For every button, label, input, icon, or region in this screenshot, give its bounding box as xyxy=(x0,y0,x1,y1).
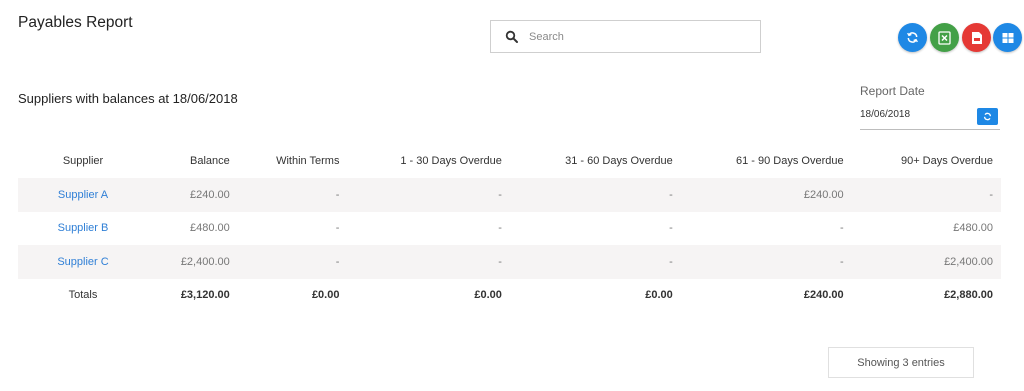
total-overdue-31-60: £0.00 xyxy=(645,289,673,302)
pdf-icon xyxy=(971,31,982,44)
balance-cell: £240.00 xyxy=(148,178,238,212)
report-date-value[interactable]: 18/06/2018 xyxy=(860,109,910,120)
overdue-90-plus-cell: £480.00 xyxy=(953,222,993,235)
overdue-31-60-cell: - xyxy=(509,245,681,279)
within-terms-cell: - xyxy=(335,222,340,235)
report-date-field[interactable]: 18/06/2018 xyxy=(860,104,1000,130)
overdue-61-90-cell: - xyxy=(680,245,852,279)
search-box[interactable] xyxy=(490,20,761,53)
column-header-1-30-days[interactable]: 1 - 30 Days Overdue xyxy=(347,144,509,178)
overdue-61-90-cell: - xyxy=(839,222,844,235)
refresh-icon xyxy=(983,112,992,121)
total-overdue-61-90: £240.00 xyxy=(803,289,844,302)
overdue-90-plus-cell: £2,400.00 xyxy=(851,245,1001,279)
totals-label: Totals xyxy=(68,289,98,302)
supplier-link[interactable]: Supplier B xyxy=(18,212,148,246)
report-date-refresh-button[interactable] xyxy=(977,108,998,125)
search-input[interactable] xyxy=(529,28,749,46)
refresh-icon xyxy=(907,32,918,43)
totals-row: Totals £3,120.00 £0.00 £0.00 £0.00 £240.… xyxy=(18,279,1001,313)
table-row: Supplier B £480.00 - - - - £480.00 xyxy=(18,212,1001,246)
payables-table: Supplier Balance Within Terms 1 - 30 Day… xyxy=(18,144,1001,312)
refresh-button[interactable] xyxy=(898,23,927,52)
column-header-supplier[interactable]: Supplier xyxy=(18,144,148,178)
page-title: Payables Report xyxy=(18,14,133,31)
overdue-1-30-cell: - xyxy=(498,222,502,235)
export-excel-button[interactable] xyxy=(930,23,959,52)
excel-icon xyxy=(938,30,951,45)
column-header-within-terms[interactable]: Within Terms xyxy=(238,144,348,178)
export-pdf-button[interactable] xyxy=(962,23,991,52)
total-overdue-90-plus: £2,880.00 xyxy=(944,289,993,302)
overdue-31-60-cell: - xyxy=(509,178,681,212)
column-header-90-plus-days[interactable]: 90+ Days Overdue xyxy=(852,144,1001,178)
total-balance: £3,120.00 xyxy=(180,289,230,302)
balance-cell: £480.00 xyxy=(189,222,230,235)
total-within-terms: £0.00 xyxy=(311,289,340,302)
report-date-label: Report Date xyxy=(860,84,925,98)
overdue-1-30-cell: - xyxy=(347,178,510,212)
grid-view-button[interactable] xyxy=(993,23,1022,52)
column-header-61-90-days[interactable]: 61 - 90 Days Overdue xyxy=(681,144,852,178)
table-header-row: Supplier Balance Within Terms 1 - 30 Day… xyxy=(18,144,1001,178)
entries-info: Showing 3 entries xyxy=(828,347,974,378)
search-icon xyxy=(505,30,518,43)
overdue-31-60-cell: - xyxy=(669,222,673,235)
grid-icon xyxy=(1002,32,1013,43)
overdue-1-30-cell: - xyxy=(347,245,510,279)
supplier-link[interactable]: Supplier C xyxy=(18,245,148,279)
within-terms-cell: - xyxy=(237,245,348,279)
total-overdue-1-30: £0.00 xyxy=(474,289,502,302)
overdue-90-plus-cell: - xyxy=(851,178,1001,212)
column-header-balance[interactable]: Balance xyxy=(148,144,238,178)
table-row: Supplier A £240.00 - - - £240.00 - xyxy=(18,178,1001,212)
column-header-31-60-days[interactable]: 31 - 60 Days Overdue xyxy=(510,144,681,178)
balance-cell: £2,400.00 xyxy=(148,245,238,279)
supplier-link[interactable]: Supplier A xyxy=(18,178,148,212)
overdue-61-90-cell: £240.00 xyxy=(680,178,852,212)
table-row: Supplier C £2,400.00 - - - - £2,400.00 xyxy=(18,245,1001,279)
report-subtitle: Suppliers with balances at 18/06/2018 xyxy=(18,91,238,106)
within-terms-cell: - xyxy=(237,178,348,212)
